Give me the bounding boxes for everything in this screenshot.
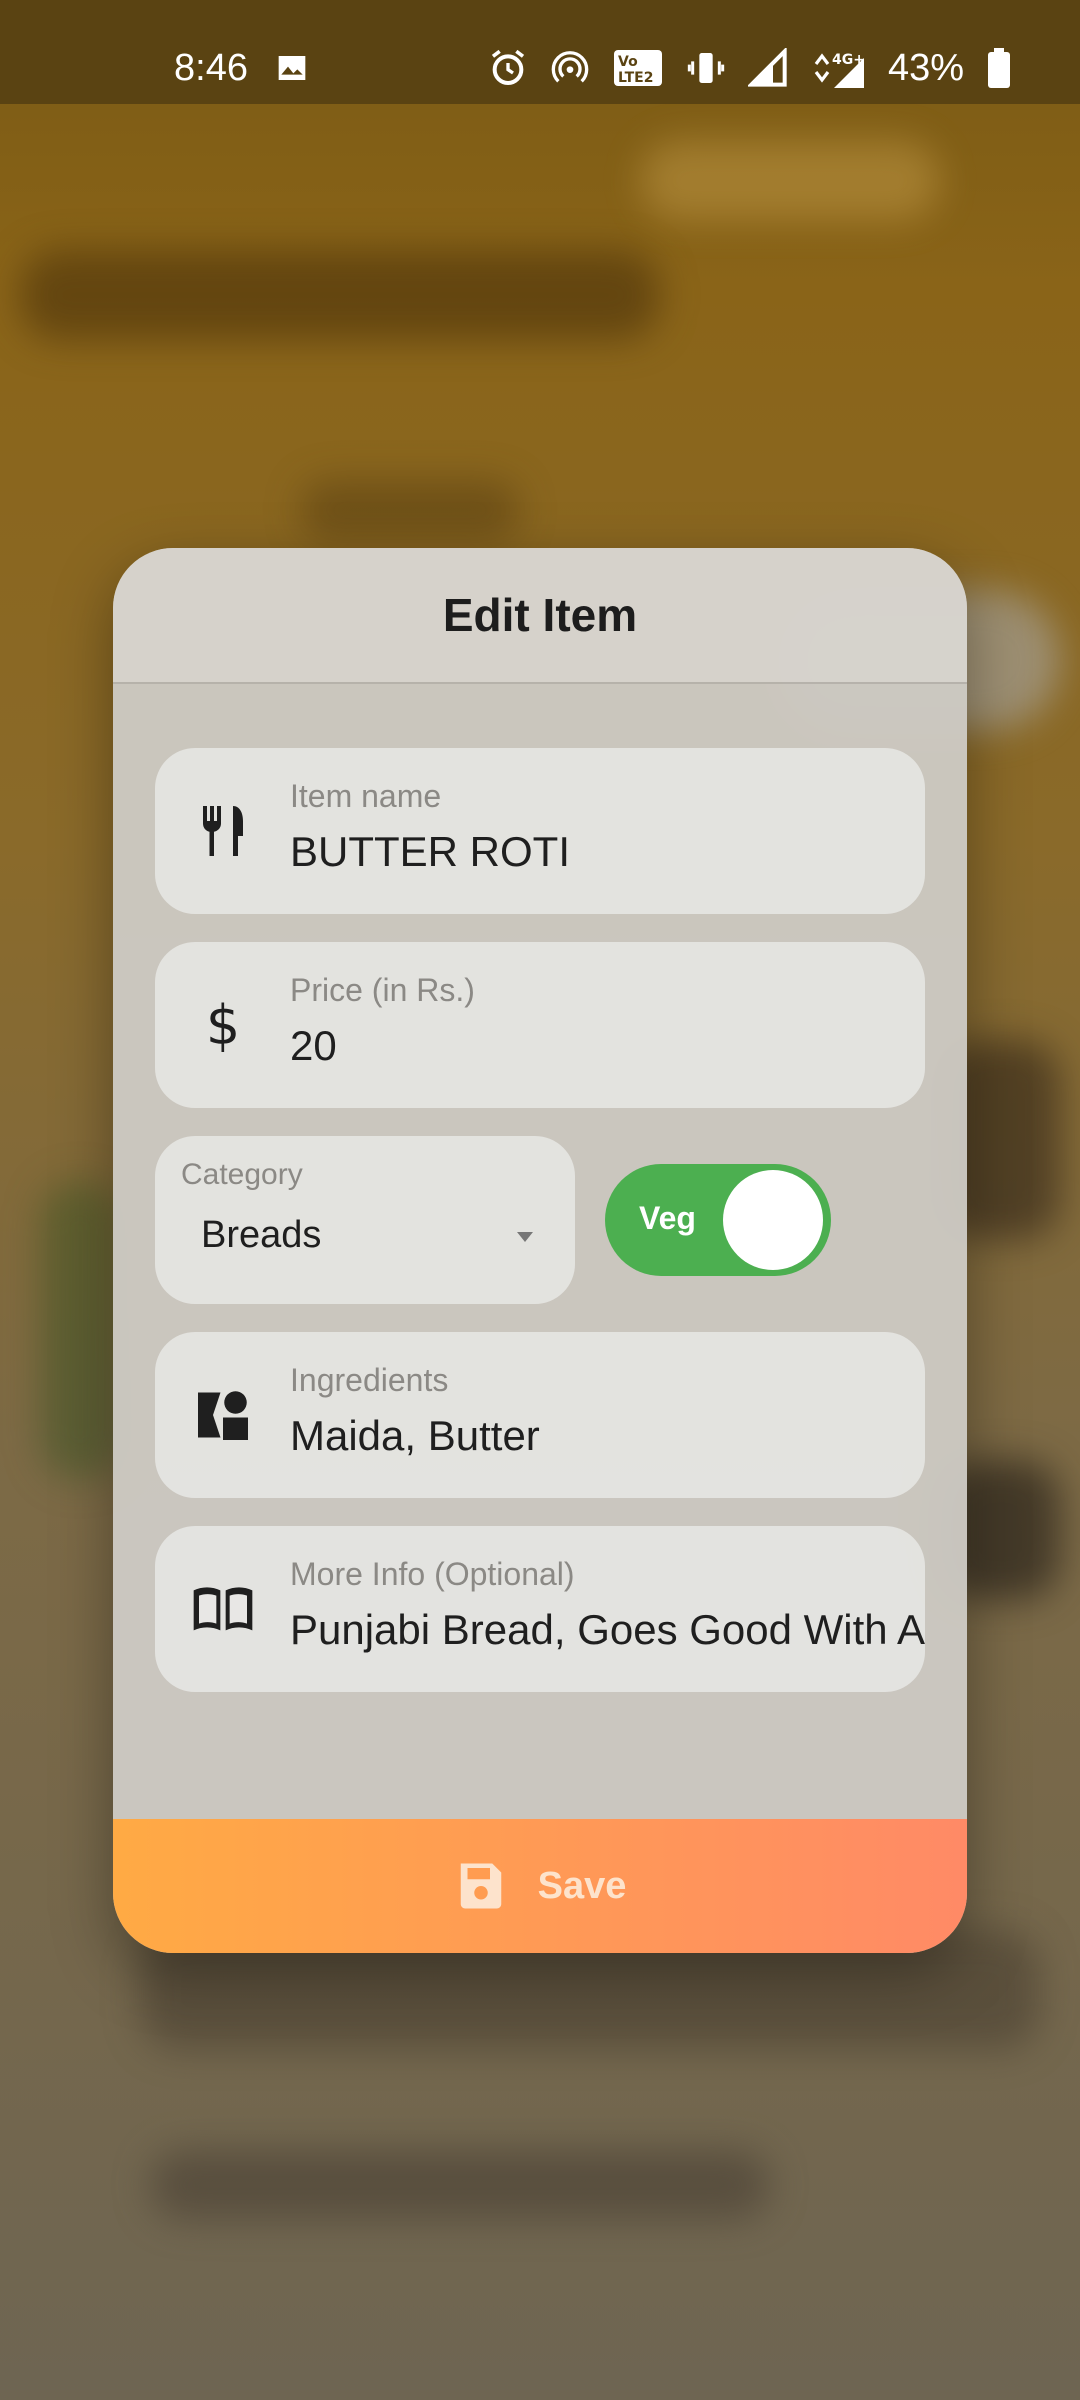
price-field[interactable]: $ Price (in Rs.) 20: [155, 942, 925, 1108]
dialog-title: Edit Item: [442, 589, 638, 641]
background-blur: [150, 2150, 770, 2220]
alarm-icon: [491, 49, 525, 85]
more-info-input[interactable]: Punjabi Bread, Goes Good With A: [290, 1606, 925, 1654]
background-blur: [40, 1180, 120, 1480]
price-input[interactable]: 20: [290, 1022, 925, 1070]
signal-icon: [747, 48, 787, 87]
veg-toggle-label: Veg: [639, 1200, 696, 1236]
background-blur: [640, 140, 940, 220]
floppy-disk-icon: [460, 1863, 501, 1909]
category-dropdown[interactable]: Category Breads: [155, 1136, 575, 1304]
volte-icon: Vo LTE2: [613, 50, 662, 86]
dollar-icon: $: [205, 993, 241, 1057]
save-button-label: Save: [537, 1864, 627, 1907]
image-icon: [278, 56, 306, 80]
fork-knife-icon: [191, 799, 255, 863]
item-name-field[interactable]: Item name BUTTER ROTI: [155, 748, 925, 914]
background-blur: [300, 480, 520, 540]
edit-item-dialog: Edit Item Item name BUTTER ROTI $ Price …: [113, 548, 967, 1953]
battery-icon: [988, 48, 1010, 88]
price-label: Price (in Rs.): [290, 972, 475, 1008]
battery-percent: 43%: [887, 46, 964, 89]
ingredients-label: Ingredients: [290, 1362, 449, 1398]
background-blur: [20, 250, 660, 340]
status-time: 8:46: [174, 47, 248, 89]
svg-text:LTE2: LTE2: [618, 70, 653, 86]
status-icons: Vo LTE2 4G+ 43%: [488, 44, 1012, 92]
chevron-down-icon[interactable]: [517, 1232, 533, 1242]
book-icon: [191, 1577, 255, 1641]
more-info-label: More Info (Optional): [290, 1556, 575, 1592]
category-selected-value[interactable]: Breads: [201, 1214, 321, 1257]
veg-toggle[interactable]: Veg: [605, 1164, 831, 1276]
save-button[interactable]: Save: [113, 1819, 967, 1953]
more-info-field[interactable]: More Info (Optional) Punjabi Bread, Goes…: [155, 1526, 925, 1692]
hotspot-icon: [551, 51, 589, 83]
data-icon: 4G+: [814, 52, 865, 88]
ingredients-icon: [191, 1383, 255, 1447]
category-label: Category: [181, 1158, 303, 1191]
ingredients-field[interactable]: Ingredients Maida, Butter: [155, 1332, 925, 1498]
status-bar: 8:46 Vo LTE2 4G+ 43%: [0, 0, 1080, 104]
toggle-knob[interactable]: [723, 1170, 823, 1270]
item-name-input[interactable]: BUTTER ROTI: [290, 828, 925, 876]
dialog-header: Edit Item: [113, 548, 967, 684]
item-name-label: Item name: [290, 778, 442, 814]
ingredients-input[interactable]: Maida, Butter: [290, 1412, 925, 1460]
svg-text:Vo: Vo: [618, 54, 638, 70]
vibrate-icon: [687, 53, 725, 83]
